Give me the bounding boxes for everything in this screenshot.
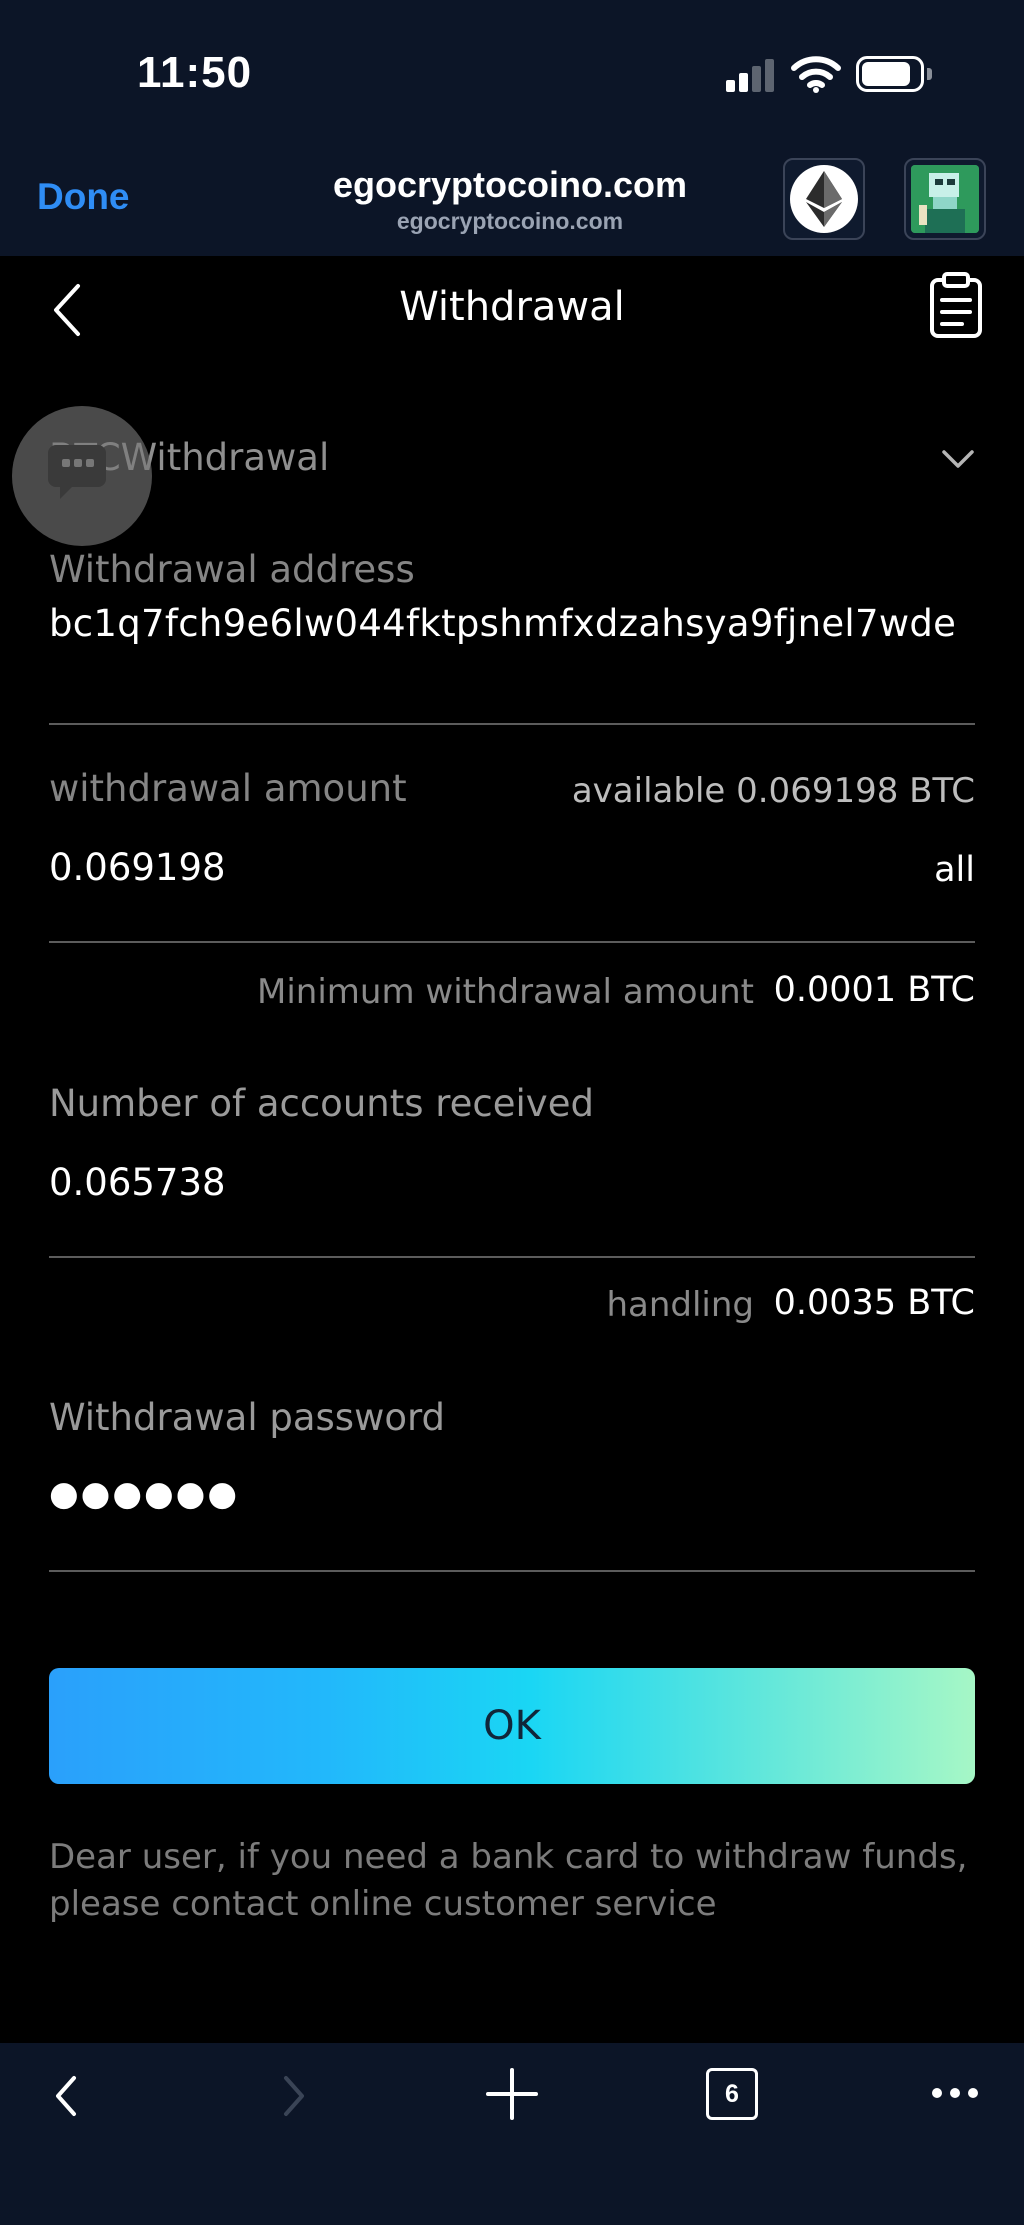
ok-button[interactable]: OK	[49, 1668, 975, 1784]
divider	[49, 941, 975, 943]
divider	[49, 723, 975, 725]
avatar-image-icon	[911, 165, 979, 233]
new-tab-icon[interactable]	[486, 2068, 538, 2120]
site-title: egocryptocoino.com	[332, 164, 688, 205]
browser-back-icon[interactable]	[52, 2074, 80, 2118]
site-url: egocryptocoino.com	[396, 208, 624, 234]
amount-label: withdrawal amount	[49, 767, 407, 810]
status-time: 11:50	[137, 48, 253, 97]
notice-text: Dear user, if you need a bank card to wi…	[49, 1837, 968, 1924]
handling-label: handling	[606, 1285, 754, 1325]
wifi-icon	[791, 56, 841, 93]
clipboard-icon[interactable]	[928, 272, 984, 338]
currency-select[interactable]: BTCWithdrawal	[49, 430, 975, 490]
address-input[interactable]: bc1q7fch9e6lw044fktpshmfxdzahsya9fjnel7w…	[49, 602, 956, 645]
divider	[49, 1570, 975, 1572]
address-label: Withdrawal address	[49, 548, 415, 591]
wallet-avatar[interactable]	[904, 158, 986, 240]
password-label: Withdrawal password	[49, 1396, 446, 1439]
chat-bubble-icon	[48, 445, 106, 499]
available-balance: available 0.069198 BTC	[571, 771, 975, 811]
received-label: Number of accounts received	[49, 1082, 594, 1125]
divider	[49, 1256, 975, 1258]
received-value: 0.065738	[49, 1161, 226, 1204]
network-button[interactable]	[783, 158, 865, 240]
minimum-label: Minimum withdrawal amount	[257, 972, 754, 1012]
password-input[interactable]: ●●●●●●	[49, 1474, 239, 1514]
cellular-signal-icon	[726, 58, 776, 92]
minimum-value: 0.0001 BTC	[773, 970, 975, 1010]
tabs-button[interactable]: 6	[706, 2068, 758, 2120]
chevron-down-icon	[942, 450, 974, 468]
browser-top-bar: 11:50 Done egocryptocoino.com egocryptoc…	[0, 0, 1024, 256]
page-title: Withdrawal	[399, 284, 625, 330]
battery-icon	[856, 56, 932, 92]
more-options-icon[interactable]	[930, 2086, 980, 2100]
back-arrow-icon[interactable]	[50, 282, 84, 338]
amount-input[interactable]: 0.069198	[49, 846, 226, 889]
chat-support-button[interactable]	[12, 406, 152, 546]
done-button[interactable]: Done	[37, 176, 130, 218]
ethereum-icon	[806, 171, 842, 227]
handling-value: 0.0035 BTC	[773, 1283, 975, 1323]
all-button[interactable]: all	[934, 850, 975, 890]
browser-forward-icon[interactable]	[280, 2074, 308, 2118]
